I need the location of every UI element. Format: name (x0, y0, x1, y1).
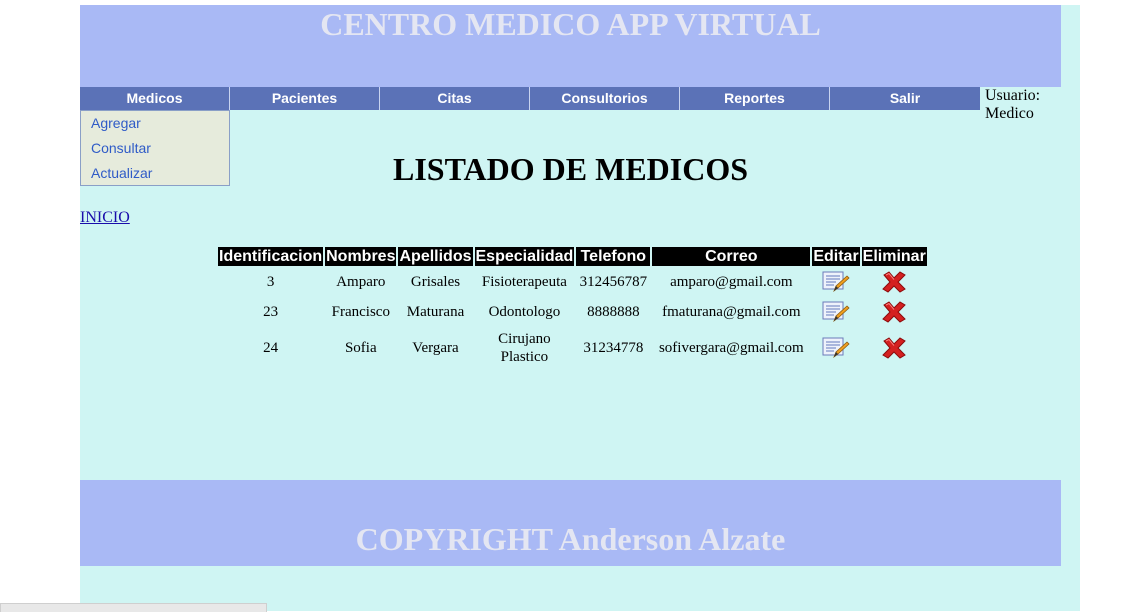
table-row: 23 Francisco Maturana Odontologo 8888888 fmat… (218, 298, 927, 326)
cell-apellidos: Vergara (412, 340, 459, 356)
col-especialidad: Especialidad (474, 247, 575, 266)
page-container: CENTRO MEDICO APP VIRTUAL Medicos Pacien… (80, 5, 1080, 611)
main-nav: Medicos Pacientes Citas Consultorios Rep… (80, 87, 985, 110)
cell-editar (812, 298, 859, 326)
medicos-table: Identificacion Nombres Apellidos Especia… (216, 245, 929, 370)
user-name: Medico (985, 105, 1034, 122)
cell-eliminar (862, 298, 927, 326)
cell-correo: fmaturana@gmail.com (662, 304, 801, 320)
col-editar: Editar (812, 247, 860, 266)
cell-eliminar (862, 268, 927, 296)
col-nombres: Nombres (325, 247, 397, 266)
footer-banner: COPYRIGHT Anderson Alzate (80, 480, 1061, 566)
cell-identificacion: 3 (266, 274, 275, 290)
red-x-delete-icon[interactable] (880, 300, 908, 324)
cell-telefono: 312456787 (579, 274, 648, 290)
user-info: Usuario: Medico (985, 87, 1075, 123)
nav-item-salir[interactable]: Salir (830, 87, 980, 110)
table-header-row: Identificacion Nombres Apellidos Especia… (218, 247, 927, 266)
cell-correo: sofivergara@gmail.com (658, 340, 804, 356)
nav-item-reportes[interactable]: Reportes (680, 87, 830, 110)
cell-telefono: 8888888 (587, 304, 640, 320)
header-banner: CENTRO MEDICO APP VIRTUAL (80, 5, 1061, 87)
nav-item-citas[interactable]: Citas (380, 87, 530, 110)
cell-nombres: Amparo (336, 274, 386, 290)
user-label: Usuario: (985, 87, 1041, 104)
nav-item-consultorios[interactable]: Consultorios (530, 87, 680, 110)
cell-eliminar (862, 328, 927, 368)
cell-especialidad: Cirujano Plastico (498, 331, 551, 365)
home-link[interactable]: INICIO (80, 209, 130, 227)
app-title: CENTRO MEDICO APP VIRTUAL (320, 6, 821, 42)
cell-nombres: Francisco (331, 304, 390, 320)
cell-correo: amparo@gmail.com (670, 274, 793, 290)
col-identificacion: Identificacion (218, 247, 324, 266)
table-row: 24 Sofia Vergara Cirujano Plastico 31234778 s… (218, 328, 927, 368)
edit-document-icon[interactable] (822, 270, 850, 294)
cell-apellidos: Maturana (406, 304, 465, 320)
nav-item-pacientes[interactable]: Pacientes (230, 87, 380, 110)
col-correo: Correo (652, 247, 811, 266)
menu-item-agregar[interactable]: Agregar (81, 111, 229, 136)
cell-nombres: Sofia (344, 340, 377, 356)
col-eliminar: Eliminar (861, 247, 927, 266)
cell-editar (812, 268, 859, 296)
edit-document-icon[interactable] (822, 300, 850, 324)
red-x-delete-icon[interactable] (880, 336, 908, 360)
nav-item-medicos[interactable]: Medicos (80, 87, 230, 110)
cell-identificacion: 23 (263, 304, 279, 320)
cell-especialidad: Fisioterapeuta (481, 274, 567, 290)
copyright-text: COPYRIGHT Anderson Alzate (355, 521, 786, 557)
cell-identificacion: 24 (263, 340, 279, 356)
page-title: LISTADO DE MEDICOS (392, 151, 749, 187)
col-telefono: Telefono (576, 247, 651, 266)
col-apellidos: Apellidos (398, 247, 473, 266)
cell-apellidos: Grisales (410, 274, 461, 290)
table-row: 3 Amparo Grisales Fisioterapeuta 312456787 am… (218, 268, 927, 296)
cell-telefono: 31234778 (583, 340, 644, 356)
cell-especialidad: Odontologo (488, 304, 561, 320)
edit-document-icon[interactable] (822, 336, 850, 360)
cell-editar (812, 328, 859, 368)
red-x-delete-icon[interactable] (880, 270, 908, 294)
